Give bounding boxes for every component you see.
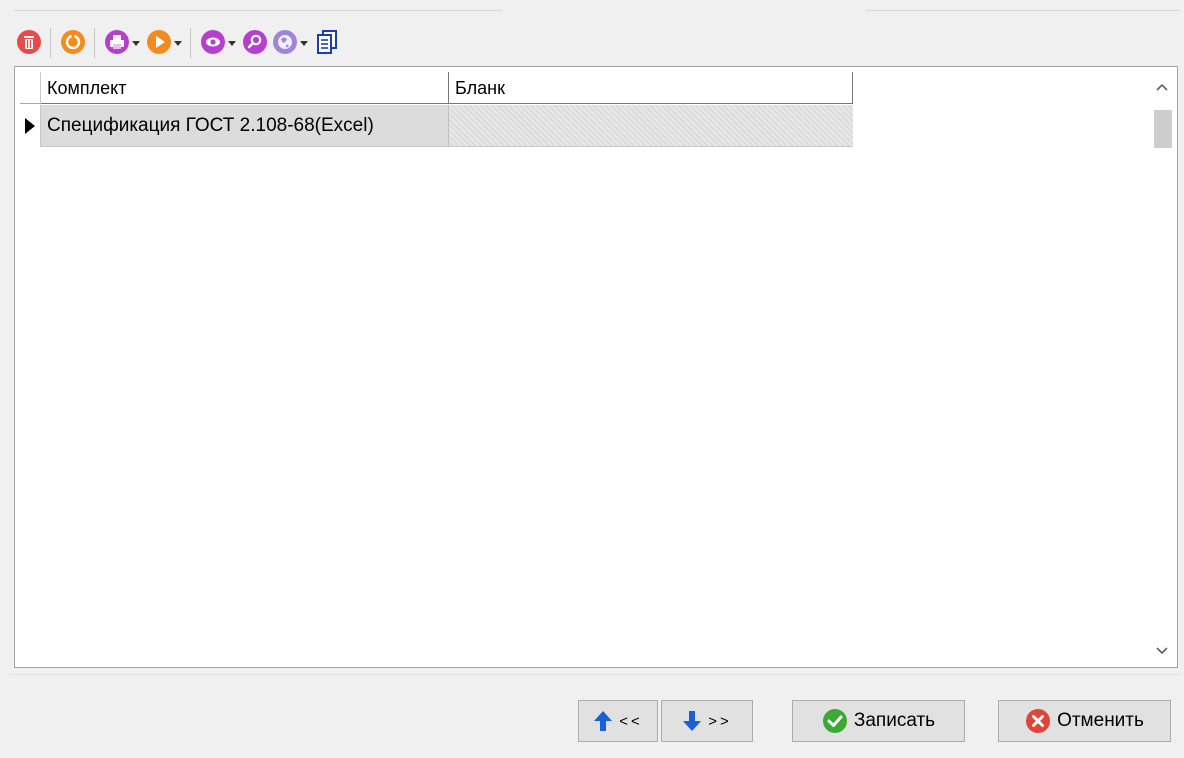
run-dropdown-icon[interactable] <box>172 36 184 50</box>
save-button[interactable]: Записать <box>792 700 965 742</box>
refresh-icon[interactable] <box>58 26 88 58</box>
divider-left <box>14 10 502 11</box>
close-icon <box>1026 709 1051 733</box>
print-icon[interactable] <box>102 26 132 58</box>
clipboard-icon[interactable] <box>312 26 342 58</box>
globe-icon[interactable] <box>270 26 300 58</box>
column-header-blank[interactable]: Бланк <box>449 72 853 104</box>
toolbar-separator <box>190 28 191 58</box>
move-down-label: >> <box>708 712 732 730</box>
data-grid[interactable]: Комплект Бланк Спецификация ГОСТ 2.108-6… <box>14 66 1178 668</box>
current-row-indicator-icon <box>20 105 41 147</box>
move-down-button[interactable]: >> <box>661 700 753 742</box>
cancel-button[interactable]: Отменить <box>998 700 1171 742</box>
cell-blank[interactable] <box>449 105 853 147</box>
search-icon[interactable] <box>240 26 270 58</box>
move-up-button[interactable]: << <box>578 700 658 742</box>
column-header-komplekt[interactable]: Комплект <box>41 72 449 104</box>
arrow-up-icon <box>594 711 613 731</box>
run-icon[interactable] <box>144 26 174 58</box>
vertical-scrollbar[interactable] <box>1147 72 1177 666</box>
toolbar-separator <box>94 28 95 58</box>
toolbar <box>14 24 614 62</box>
footer-divider <box>10 674 1180 675</box>
save-label: Записать <box>853 710 936 731</box>
top-divider <box>0 0 1184 16</box>
scroll-up-button[interactable] <box>1147 72 1177 102</box>
divider-right <box>866 10 1180 11</box>
scroll-down-button[interactable] <box>1147 636 1177 666</box>
globe-dropdown-icon[interactable] <box>298 36 310 50</box>
move-up-label: << <box>619 712 643 730</box>
check-icon <box>822 709 847 733</box>
delete-icon[interactable] <box>14 26 44 58</box>
cell-komplekt[interactable]: Спецификация ГОСТ 2.108-68(Excel) <box>41 105 449 147</box>
view-dropdown-icon[interactable] <box>226 36 238 50</box>
print-dropdown-icon[interactable] <box>130 36 142 50</box>
scroll-thumb[interactable] <box>1154 110 1172 148</box>
arrow-down-icon <box>683 711 702 731</box>
cancel-label: Отменить <box>1057 710 1144 731</box>
view-icon[interactable] <box>198 26 228 58</box>
footer: << >> Записать Отменить <box>0 674 1184 758</box>
toolbar-separator <box>50 28 51 58</box>
row-indicator-header <box>20 72 41 104</box>
